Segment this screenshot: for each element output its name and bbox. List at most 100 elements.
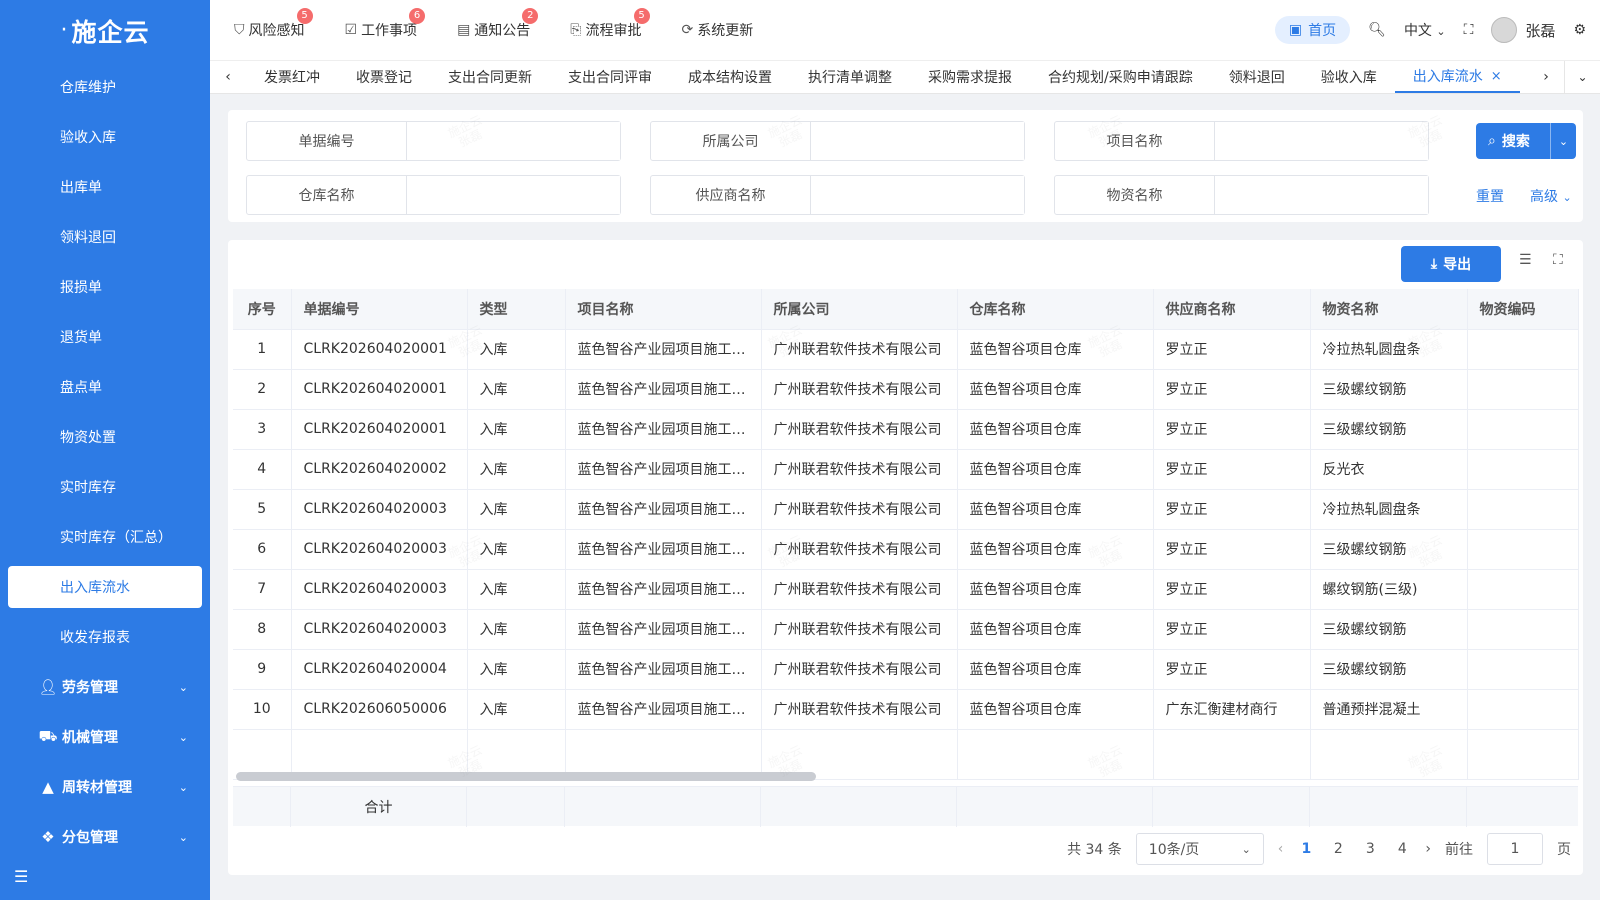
tab-item[interactable]: 采购需求提报: [910, 61, 1030, 93]
table-cell: 蓝色智谷产业园项目施工…: [565, 569, 762, 610]
notice-notice[interactable]: ▤ 通知公告 2: [457, 8, 539, 40]
table-row[interactable]: 9 CLRK202604020004 入库 蓝色智谷产业园项目施工… 广州联君软件技术有…: [233, 649, 1579, 690]
tab-item[interactable]: 支出合同更新: [430, 61, 550, 93]
page-number[interactable]: 3: [1361, 841, 1379, 857]
doc-no-label: 单据编号: [247, 122, 407, 160]
tab-item[interactable]: 成本结构设置: [670, 61, 790, 93]
table-row[interactable]: 1 CLRK202604020001 入库 蓝色智谷产业园项目施工… 广州联君软件技术有…: [233, 329, 1579, 370]
table-fullscreen-icon[interactable]: ⛶: [1553, 252, 1563, 268]
table-cell: 蓝色智谷项目仓库: [957, 329, 1154, 370]
table-row[interactable]: 6 CLRK202604020003 入库 蓝色智谷产业园项目施工… 广州联君软件技术有…: [233, 529, 1579, 570]
supplier-input[interactable]: [811, 176, 1024, 214]
search-dropdown-icon[interactable]: ⌄: [1550, 123, 1576, 159]
sidebar-group[interactable]: 👤︎ 劳务管理 ⌄: [0, 662, 210, 712]
tabs-scroll-left-icon[interactable]: ‹: [210, 61, 246, 93]
table-row[interactable]: 7 CLRK202604020003 入库 蓝色智谷产业园项目施工… 广州联君软件技术有…: [233, 569, 1579, 610]
page-number[interactable]: 1: [1297, 841, 1315, 857]
tab-item[interactable]: 收票登记: [338, 61, 430, 93]
column-header[interactable]: 类型: [467, 289, 566, 330]
advanced-button[interactable]: 高级 ⌄: [1530, 186, 1572, 206]
table-cell: 广东汇衡建材商行: [1153, 689, 1311, 730]
tabs-scroll-right-icon[interactable]: ›: [1528, 61, 1564, 93]
table-cell: 4: [233, 449, 292, 490]
search-button[interactable]: ⌕ 搜索 ⌄: [1476, 123, 1576, 159]
tab-item[interactable]: 发票红冲: [246, 61, 338, 93]
notice-icon: ▤: [457, 22, 471, 38]
table-row[interactable]: 4 CLRK202604020002 入库 蓝色智谷产业园项目施工… 广州联君软件技术有…: [233, 449, 1579, 490]
horizontal-scrollbar[interactable]: [236, 772, 816, 781]
fullscreen-icon[interactable]: ⛶: [1464, 22, 1474, 38]
table-row[interactable]: 5 CLRK202604020003 入库 蓝色智谷产业园项目施工… 广州联君软件技术有…: [233, 489, 1579, 530]
collapse-menu-icon[interactable]: ☰: [14, 867, 28, 886]
column-header[interactable]: 物资编码: [1467, 289, 1579, 330]
search-icon[interactable]: 🔍︎: [1368, 22, 1386, 38]
sidebar-item[interactable]: 验收入库: [0, 112, 210, 162]
table-row[interactable]: 2 CLRK202604020001 入库 蓝色智谷产业园项目施工… 广州联君软件技术有…: [233, 369, 1579, 410]
tab-item[interactable]: 合约规划/采购申请跟踪: [1030, 61, 1211, 93]
column-settings-icon[interactable]: ☰: [1519, 252, 1532, 268]
notice-shield[interactable]: ⛉ 风险感知 5: [234, 8, 313, 40]
table-cell: 广州联君软件技术有限公司: [761, 409, 958, 450]
tab-item[interactable]: 验收入库: [1303, 61, 1395, 93]
table-row[interactable]: 8 CLRK202604020003 入库 蓝色智谷产业园项目施工… 广州联君软件技术有…: [233, 609, 1579, 650]
warehouse-input[interactable]: [407, 176, 620, 214]
close-tab-icon[interactable]: ×: [1491, 69, 1502, 84]
column-header[interactable]: 供应商名称: [1153, 289, 1311, 330]
tabs-more-dropdown-icon[interactable]: ⌄: [1564, 61, 1600, 93]
page-number[interactable]: 4: [1393, 841, 1411, 857]
table-cell: 9: [233, 649, 292, 690]
page-number[interactable]: 2: [1329, 841, 1347, 857]
doc-no-input[interactable]: [407, 122, 620, 160]
update-icon: ⟳: [681, 22, 694, 38]
sidebar-group[interactable]: ❖ 分包管理 ⌄: [0, 812, 210, 862]
sidebar-item[interactable]: 实时库存（汇总）: [0, 512, 210, 562]
table-row[interactable]: 10 CLRK202606050006 入库 蓝色智谷产业园项目施工… 广州联君软件技术…: [233, 689, 1579, 730]
company-input[interactable]: [811, 122, 1024, 160]
column-header[interactable]: 单据编号: [291, 289, 468, 330]
summary-cell: [233, 787, 291, 827]
export-button[interactable]: ⤓ 导出: [1401, 246, 1501, 282]
sidebar-group[interactable]: ▲ 周转材管理 ⌄: [0, 762, 210, 812]
prev-page-icon[interactable]: ‹: [1278, 841, 1284, 857]
column-header[interactable]: 所属公司: [761, 289, 958, 330]
column-header[interactable]: 物资名称: [1310, 289, 1468, 330]
project-field: 项目名称: [1054, 121, 1429, 161]
sidebar-item[interactable]: 物资处置: [0, 412, 210, 462]
sidebar-item[interactable]: 实时库存: [0, 462, 210, 512]
home-button[interactable]: ▣ 首页: [1274, 16, 1351, 44]
sidebar-item[interactable]: 出库单: [0, 162, 210, 212]
sidebar-item[interactable]: 出入库流水: [8, 566, 202, 608]
sidebar-item[interactable]: 领料退回: [0, 212, 210, 262]
tabs-bar: ‹ 发票红冲 收票登记 支出合同更新 支出合同评审 成本结构设置 执行清单调整 采购需求提报…: [210, 60, 1600, 94]
next-page-icon[interactable]: ›: [1425, 841, 1431, 857]
reset-button[interactable]: 重置: [1476, 186, 1504, 206]
project-input[interactable]: [1215, 122, 1428, 160]
company-field: 所属公司: [650, 121, 1025, 161]
column-header[interactable]: 序号: [233, 289, 292, 330]
sidebar-group[interactable]: ⛟ 机械管理 ⌄: [0, 712, 210, 762]
logo[interactable]: · 施企云: [0, 0, 210, 62]
shield-icon: ⛉: [234, 22, 245, 38]
sidebar-item[interactable]: 收发存报表: [0, 612, 210, 662]
column-header[interactable]: 项目名称: [565, 289, 762, 330]
tab-list: 发票红冲 收票登记 支出合同更新 支出合同评审 成本结构设置 执行清单调整 采购需求提报 合约…: [246, 61, 1528, 93]
tab-item[interactable]: 领料退回: [1211, 61, 1303, 93]
column-header[interactable]: 仓库名称: [957, 289, 1154, 330]
tab-item[interactable]: 执行清单调整: [790, 61, 910, 93]
tab-item[interactable]: 出入库流水 ×: [1394, 61, 1520, 93]
sidebar-item[interactable]: 报损单: [0, 262, 210, 312]
sidebar-item[interactable]: 仓库维护: [0, 62, 210, 112]
tab-item[interactable]: 支出合同评审: [550, 61, 670, 93]
sidebar-item[interactable]: 盘点单: [0, 362, 210, 412]
sidebar-item[interactable]: 退货单: [0, 312, 210, 362]
page-size-select[interactable]: 10条/页 ⌄: [1135, 833, 1264, 865]
notice-task[interactable]: ☑ 工作事项 6: [345, 8, 426, 40]
user-menu[interactable]: 张磊: [1491, 17, 1555, 43]
notice-approval[interactable]: ⎘ 流程审批 5: [570, 8, 650, 40]
notice-update[interactable]: ⟳ 系统更新: [682, 20, 754, 40]
table-row[interactable]: 3 CLRK202604020001 入库 蓝色智谷产业园项目施工… 广州联君软件技术有…: [233, 409, 1579, 450]
settings-gear-icon[interactable]: ⚙: [1573, 22, 1586, 38]
material-input[interactable]: [1215, 176, 1428, 214]
goto-page-input[interactable]: 1: [1487, 833, 1543, 865]
language-select[interactable]: 中文 ⌄: [1404, 20, 1446, 40]
